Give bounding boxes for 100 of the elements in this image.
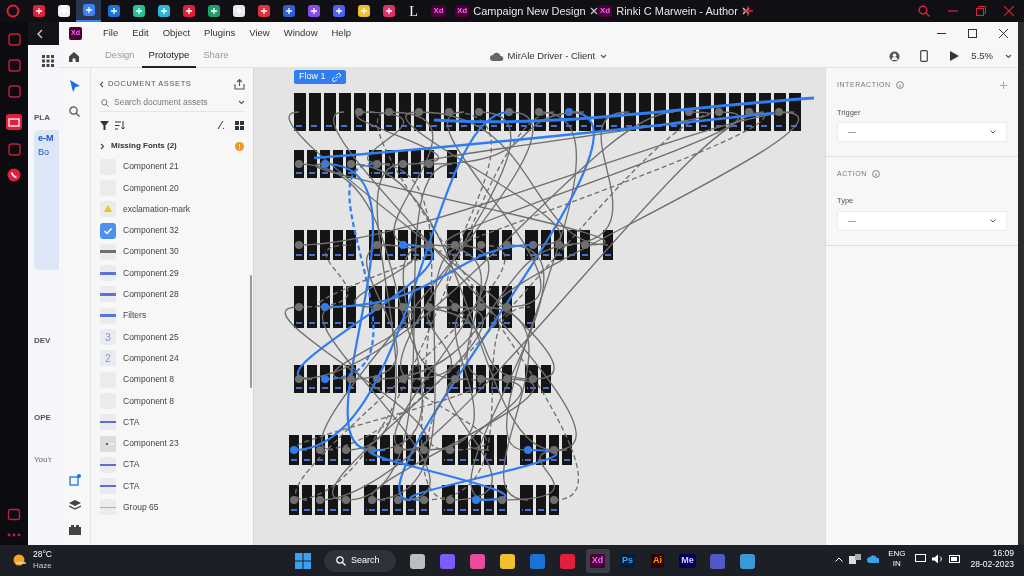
zoom-level[interactable]: 5.5% bbox=[971, 48, 993, 64]
grid-view-icon[interactable] bbox=[235, 120, 244, 130]
cloud-icon bbox=[489, 51, 504, 61]
browser-tab[interactable]: Xd Rinki C Marwein - Author bbox=[594, 0, 737, 22]
taskbar-app[interactable]: Ps bbox=[615, 549, 640, 573]
asset-item[interactable]: 2 Component 24 bbox=[91, 347, 253, 369]
menu-item[interactable]: Object bbox=[155, 26, 198, 41]
search-field[interactable]: Search document assets bbox=[114, 96, 238, 109]
asset-item[interactable]: Filters bbox=[91, 305, 253, 327]
link-icon[interactable] bbox=[331, 72, 341, 82]
flow-start-badge[interactable]: Flow 1 bbox=[294, 70, 346, 84]
browser-tab[interactable]: Xd Campaign New Design bbox=[451, 0, 594, 22]
asset-item[interactable]: Component 21 bbox=[91, 156, 253, 178]
asset-item[interactable]: Component 23 bbox=[91, 432, 253, 455]
section-label: DEV bbox=[34, 335, 52, 347]
battery-icon[interactable] bbox=[948, 555, 961, 563]
asset-item[interactable]: Component 20 bbox=[91, 177, 253, 199]
asset-item[interactable]: Component 29 bbox=[91, 262, 253, 284]
browser-logo-icon[interactable] bbox=[6, 4, 20, 18]
expand-chevron-icon[interactable] bbox=[100, 142, 105, 150]
mobile-device-icon[interactable] bbox=[920, 50, 929, 62]
bag-icon[interactable] bbox=[7, 58, 21, 72]
filter-icon[interactable] bbox=[100, 120, 109, 130]
project-name: e-M bbox=[38, 132, 55, 145]
asset-item[interactable]: Component 8 bbox=[91, 368, 253, 391]
asset-item[interactable]: Component 8 bbox=[91, 390, 253, 412]
asset-item[interactable]: 3 Component 25 bbox=[91, 326, 253, 348]
devices-icon[interactable] bbox=[849, 554, 862, 564]
menu-item[interactable]: Window bbox=[276, 26, 325, 41]
asset-item[interactable]: Component 28 bbox=[91, 283, 253, 306]
calendar-icon[interactable] bbox=[7, 507, 21, 521]
history-icon[interactable] bbox=[7, 32, 21, 46]
asset-item[interactable]: exclamation-mark bbox=[91, 198, 253, 220]
menu-item[interactable]: Help bbox=[324, 26, 359, 41]
close-icon[interactable] bbox=[999, 29, 1008, 38]
phone-icon[interactable] bbox=[7, 168, 21, 182]
dropdown[interactable]: — bbox=[837, 121, 1007, 142]
select-arrow-icon[interactable] bbox=[69, 80, 80, 92]
new-tab-icon[interactable] bbox=[743, 6, 753, 16]
asset-item[interactable]: CTA bbox=[91, 475, 253, 497]
speaker-icon[interactable] bbox=[931, 554, 943, 564]
home-icon[interactable] bbox=[68, 50, 80, 62]
search-icon[interactable] bbox=[918, 5, 930, 17]
more-icon[interactable] bbox=[7, 533, 21, 537]
scrollbar-thumb[interactable] bbox=[250, 275, 252, 388]
asset-item[interactable]: Group 65 bbox=[91, 496, 253, 519]
info-icon[interactable] bbox=[895, 81, 904, 90]
gamepad-icon[interactable] bbox=[7, 84, 21, 98]
asset-item[interactable]: Component 30 bbox=[91, 241, 253, 263]
toolbox-icon[interactable] bbox=[68, 525, 81, 535]
info-icon[interactable] bbox=[871, 170, 880, 178]
start-icon[interactable] bbox=[295, 553, 311, 569]
briefcase-icon[interactable] bbox=[6, 114, 22, 130]
maximize-icon[interactable] bbox=[968, 29, 977, 38]
chevron-down-icon[interactable] bbox=[1005, 53, 1012, 59]
asset-item[interactable]: CTA bbox=[91, 454, 253, 476]
plugins-icon[interactable] bbox=[68, 474, 81, 486]
menu-item[interactable]: Edit bbox=[125, 26, 156, 41]
document-title[interactable]: MirAle Driver - Client bbox=[507, 48, 596, 64]
path-icon[interactable] bbox=[217, 121, 225, 129]
display-icon[interactable] bbox=[914, 554, 926, 564]
taskbar-search[interactable]: Search bbox=[324, 550, 396, 572]
apps-grid-icon[interactable] bbox=[42, 55, 54, 67]
search-icon[interactable] bbox=[69, 106, 80, 117]
chat-icon[interactable] bbox=[7, 142, 21, 156]
menu-item[interactable]: View bbox=[242, 26, 277, 41]
taskbar-app[interactable]: Xd bbox=[585, 549, 610, 573]
asset-item[interactable]: Component 32 bbox=[91, 219, 253, 242]
back-chevron-icon[interactable] bbox=[99, 80, 104, 88]
app-badge: Xd bbox=[455, 5, 470, 17]
cloud-icon[interactable] bbox=[867, 555, 880, 563]
share-icon[interactable] bbox=[234, 78, 245, 90]
weather-sun-icon[interactable] bbox=[12, 553, 28, 567]
user-icon[interactable] bbox=[889, 50, 901, 62]
pinned-tab[interactable] bbox=[76, 0, 101, 22]
temperature[interactable]: 28°C bbox=[33, 549, 52, 560]
menu-item[interactable]: File bbox=[95, 26, 126, 41]
weather-condition[interactable]: Haze bbox=[33, 560, 52, 571]
asset-item[interactable]: CTA bbox=[91, 411, 253, 433]
menu-item[interactable]: Plugins bbox=[197, 26, 243, 41]
section-label: PLA bbox=[34, 112, 51, 124]
layers-icon[interactable] bbox=[68, 500, 81, 511]
restore-icon[interactable] bbox=[976, 6, 986, 16]
taskbar-app[interactable]: Ai bbox=[645, 549, 670, 573]
taskbar-app[interactable]: Me bbox=[675, 549, 700, 573]
clock[interactable]: 16:09 28-02-2023 bbox=[970, 548, 1014, 570]
app-icon bbox=[157, 5, 170, 17]
footer-text: You'r bbox=[34, 454, 53, 466]
language-indicator[interactable]: ENG IN bbox=[888, 549, 906, 569]
pinned-tab[interactable]: Xd bbox=[426, 0, 451, 22]
sort-icon[interactable] bbox=[115, 120, 125, 130]
dropdown[interactable]: — bbox=[837, 210, 1007, 231]
chevron-down-icon[interactable] bbox=[600, 53, 608, 59]
checkbox-icon bbox=[100, 222, 116, 239]
group-title[interactable]: Missing Fonts (2) bbox=[111, 140, 229, 152]
pinned-tab[interactable]: L bbox=[401, 0, 426, 22]
app-icon bbox=[470, 553, 486, 569]
back-icon[interactable] bbox=[36, 28, 44, 39]
chevron-up-icon[interactable] bbox=[835, 556, 844, 562]
play-icon[interactable] bbox=[950, 51, 960, 61]
